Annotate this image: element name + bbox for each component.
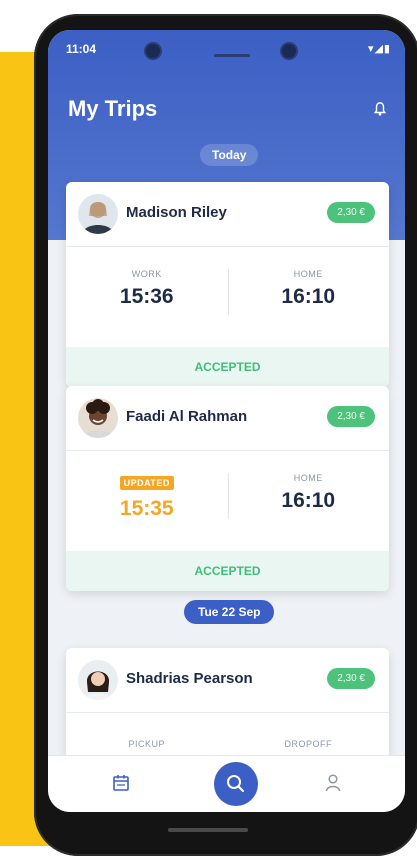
home-indicator — [168, 828, 248, 832]
origin: PICKUP — [66, 739, 228, 749]
day-pill: Today — [200, 144, 259, 166]
destination-time: 16:10 — [281, 285, 336, 308]
price-badge: 2,30 € — [327, 406, 375, 427]
camera-right — [280, 42, 298, 60]
trip-card[interactable]: Faadi Al Rahman 2,30 € UPDATED 15:35 HOM… — [66, 386, 389, 591]
origin: WORK 15:36 — [66, 269, 228, 309]
destination: DROPOFF — [228, 739, 390, 749]
phone-screen: 11:04 ▾◢▮ My Trips Today Madison Riley 2… — [48, 30, 405, 812]
destination-label: HOME — [293, 269, 323, 279]
trip-card[interactable]: Shadrias Pearson 2,30 € PICKUP DROPOFF — [66, 648, 389, 768]
trip-card-header: Shadrias Pearson 2,30 € — [66, 648, 389, 713]
origin: UPDATED 15:35 — [66, 473, 228, 521]
destination-time: 16:10 — [281, 489, 336, 512]
trip-card-header: Madison Riley 2,30 € — [66, 182, 389, 247]
status-accepted: ACCEPTED — [66, 551, 389, 591]
destination-label: HOME — [293, 473, 323, 483]
passenger-name: Shadrias Pearson — [126, 670, 253, 687]
avatar — [78, 398, 118, 438]
status-time: 11:04 — [66, 42, 97, 56]
origin-label: PICKUP — [128, 739, 165, 749]
price-badge: 2,30 € — [327, 202, 375, 223]
destination: HOME 16:10 — [228, 269, 390, 309]
destination-label: DROPOFF — [284, 739, 332, 749]
trip-times: UPDATED 15:35 HOME 16:10 — [66, 451, 389, 551]
date-pill: Tue 22 Sep — [184, 600, 275, 624]
origin-time: 15:36 — [119, 285, 174, 308]
status-icons: ▾◢▮ — [367, 43, 391, 55]
camera-left — [144, 42, 162, 60]
speaker — [214, 54, 250, 57]
origin-time: 15:35 — [119, 497, 174, 520]
price-badge: 2,30 € — [327, 668, 375, 689]
trip-card[interactable]: Madison Riley 2,30 € WORK 15:36 HOME 16:… — [66, 182, 389, 387]
bell-icon[interactable] — [373, 102, 387, 116]
avatar — [78, 660, 118, 700]
origin-label: WORK — [131, 269, 162, 279]
updated-badge: UPDATED — [119, 476, 174, 490]
search-icon — [227, 775, 245, 793]
status-accepted: ACCEPTED — [66, 347, 389, 387]
calendar-icon[interactable] — [112, 774, 130, 792]
trip-times: WORK 15:36 HOME 16:10 — [66, 247, 389, 347]
page-title: My Trips — [68, 96, 158, 121]
avatar — [78, 194, 118, 234]
search-button[interactable] — [214, 762, 258, 806]
bottom-navigation — [48, 755, 405, 812]
destination: HOME 16:10 — [228, 473, 390, 513]
passenger-name: Madison Riley — [126, 204, 227, 221]
user-icon[interactable] — [325, 774, 341, 792]
status-bar: 11:04 ▾◢▮ — [66, 42, 391, 60]
trip-card-header: Faadi Al Rahman 2,30 € — [66, 386, 389, 451]
passenger-name: Faadi Al Rahman — [126, 408, 248, 425]
